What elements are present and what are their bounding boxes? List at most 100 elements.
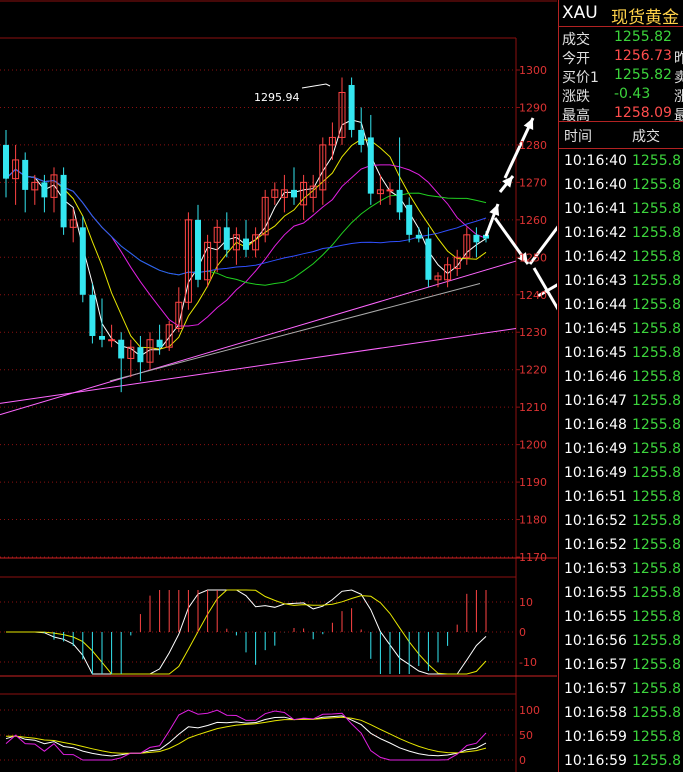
arrow-up-2 [498, 175, 515, 193]
tick-price: 1255.8 [632, 681, 681, 697]
kdj-tick-label: 100 [519, 704, 540, 717]
tick-time: 10:16:45 [564, 345, 627, 361]
tick-list-header: 时间 成交 [559, 121, 683, 149]
price-tick-label: 1290 [519, 101, 547, 114]
tick-price: 1255.8 [632, 441, 681, 457]
tick-row: 10:16:42 1255.8 [559, 246, 683, 270]
price-tick-label: 1240 [519, 289, 547, 302]
tick-time: 10:16:53 [564, 561, 627, 577]
price-axis: 1300 1290 1280 1270 1260 1250 1240 1230 1220 1210… [516, 64, 547, 767]
tick-row: 10:16:43 1255.8 [559, 270, 683, 294]
tick-time: 10:16:49 [564, 465, 627, 481]
peak-price-label: 1295.94 [254, 91, 300, 104]
kline-chart[interactable]: 1295.94 1300 1290 1280 1270 1260 1250 1240 1230… [0, 0, 557, 772]
tick-time: 10:16:52 [564, 537, 627, 553]
tick-price: 1255.8 [632, 393, 681, 409]
tick-row: 10:16:55 1255.8 [559, 606, 683, 630]
tick-time: 10:16:55 [564, 585, 627, 601]
tick-time: 10:16:56 [564, 633, 627, 649]
tick-price: 1255.8 [632, 345, 681, 361]
tick-price: 1255.8 [632, 585, 681, 601]
tick-row: 10:16:59 1255.8 [559, 726, 683, 750]
tick-price: 1255.8 [632, 609, 681, 625]
tick-price: 1255.8 [632, 753, 681, 769]
quote-value: 1258.09 [614, 105, 672, 121]
tick-price: 1255.8 [632, 489, 681, 505]
price-tick-label: 1300 [519, 64, 547, 77]
candle-body [3, 144, 9, 179]
price-tick-label: 1220 [519, 364, 547, 377]
price-tick-label: 1230 [519, 326, 547, 339]
tick-time: 10:16:48 [564, 417, 627, 433]
tick-time: 10:16:52 [564, 513, 627, 529]
tick-row: 10:16:42 1255.8 [559, 222, 683, 246]
tick-price: 1255.8 [632, 537, 681, 553]
tick-row: 10:16:53 1255.8 [559, 558, 683, 582]
tick-price: 1255.8 [632, 705, 681, 721]
kline-chart-area[interactable]: 1295.94 1300 1290 1280 1270 1260 1250 1240 1230… [0, 0, 557, 772]
tick-time: 10:16:59 [564, 753, 627, 769]
tick-price: 1255.8 [632, 561, 681, 577]
tick-price: 1255.8 [632, 513, 681, 529]
candle-body [41, 182, 48, 198]
symbol-name: 现货黄金 [611, 8, 679, 28]
tick-price: 1255.8 [632, 321, 681, 337]
tick-time: 10:16:40 [564, 153, 627, 169]
price-tick-label: 1260 [519, 214, 547, 227]
price-tick-label: 1170 [519, 551, 547, 564]
quote-value: 1256.73 [614, 48, 672, 64]
tick-time: 10:16:40 [564, 177, 627, 193]
tick-price: 1255.8 [632, 465, 681, 481]
time-column-header: 时间 [564, 129, 592, 145]
tick-row: 10:16:52 1255.8 [559, 510, 683, 534]
candle-body [415, 234, 422, 239]
candle-body [118, 339, 125, 359]
price-tick-label: 1180 [519, 514, 547, 527]
candle-body [223, 227, 230, 250]
price-tick-label: 1250 [519, 251, 547, 264]
candle-body [386, 189, 394, 192]
tick-time: 10:16:58 [564, 705, 627, 721]
tick-row: 10:16:48 1255.8 [559, 414, 683, 438]
candle-body [79, 227, 86, 295]
candle-body [367, 137, 374, 194]
candle-body [396, 189, 403, 213]
tick-row: 10:16:59 1255.8 [559, 750, 683, 772]
candle-body [137, 347, 144, 363]
tick-row: 10:16:40 1255.8 [559, 150, 683, 174]
candle-body [291, 189, 297, 198]
tick-row: 10:16:45 1255.8 [559, 318, 683, 342]
tick-row: 10:16:44 1255.8 [559, 294, 683, 318]
candle-body [243, 238, 249, 250]
tick-price: 1255.8 [632, 177, 681, 193]
macd-tick-label: 0 [519, 626, 526, 639]
symbol-code: XAU [562, 3, 598, 23]
candle-body [348, 84, 355, 130]
tick-row: 10:16:58 1255.8 [559, 702, 683, 726]
tick-price: 1255.8 [632, 729, 681, 745]
tick-row: 10:16:40 1255.8 [559, 174, 683, 198]
tick-price: 1255.8 [632, 153, 681, 169]
candle-body [89, 294, 96, 336]
quote-value: -0.43 [614, 86, 651, 102]
peak-leader-line [301, 83, 331, 89]
chart-annotations: 1295.94 [254, 83, 557, 311]
tick-time: 10:16:59 [564, 729, 627, 745]
tick-row: 10:16:49 1255.8 [559, 462, 683, 486]
price-tick-label: 1210 [519, 401, 547, 414]
candle-body [425, 238, 432, 280]
macd-tick-label: -10 [519, 656, 537, 669]
candle-body [358, 129, 365, 145]
tick-price: 1255.8 [632, 249, 681, 265]
macd-tick-label: 10 [519, 596, 533, 609]
candle-body [195, 219, 201, 280]
chart-lines [0, 119, 517, 761]
tick-time: 10:16:57 [564, 681, 627, 697]
tick-time: 10:16:45 [564, 321, 627, 337]
candle-body [108, 339, 116, 342]
tick-price: 1255.8 [632, 369, 681, 385]
price-tick-label: 1270 [519, 176, 547, 189]
candle-body [406, 204, 413, 235]
kdj-k-line [5, 715, 487, 757]
tick-price: 1255.8 [632, 417, 681, 433]
